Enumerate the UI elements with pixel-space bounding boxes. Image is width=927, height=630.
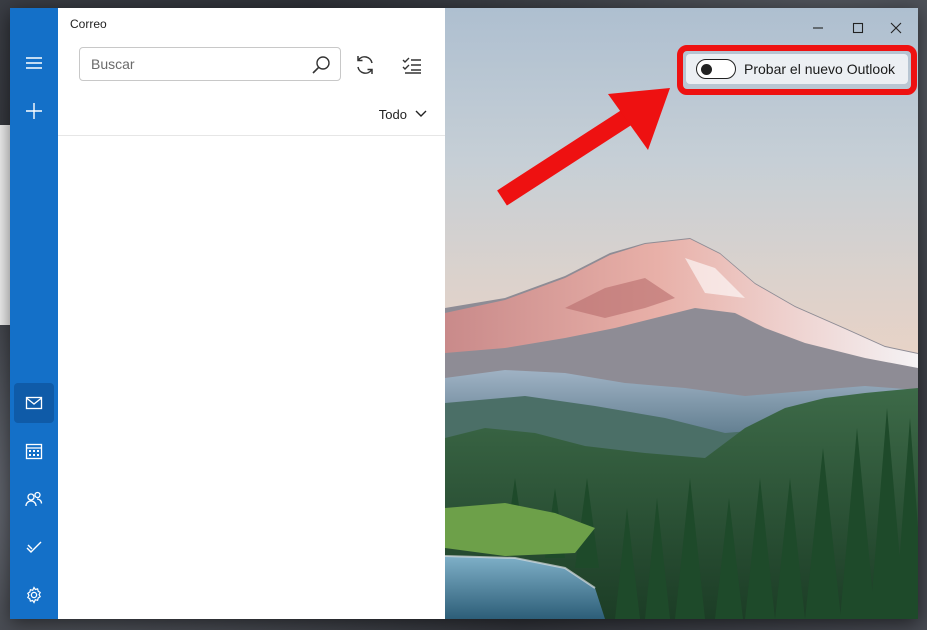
annotation-arrow <box>497 88 670 206</box>
calendar-icon <box>25 443 43 460</box>
toggle-switch[interactable] <box>696 59 736 79</box>
maximize-button[interactable] <box>838 13 878 43</box>
people-icon <box>25 491 43 507</box>
hamburger-menu-button[interactable] <box>14 43 54 83</box>
minimize-icon <box>813 27 823 29</box>
mail-list-pane: Correo Buscar Todo <box>58 8 445 619</box>
search-icon <box>312 56 330 74</box>
try-new-outlook-label: Probar el nuevo Outlook <box>744 61 895 77</box>
chevron-down-icon <box>415 110 427 117</box>
selection-mode-button[interactable] <box>397 50 427 80</box>
people-nav-button[interactable] <box>14 479 54 519</box>
gear-icon <box>27 586 41 604</box>
mail-nav-button[interactable] <box>14 383 54 423</box>
search-input[interactable] <box>80 48 300 80</box>
filter-label: Todo <box>378 106 407 122</box>
sync-icon <box>357 56 373 74</box>
close-icon <box>890 22 902 34</box>
todo-nav-button[interactable] <box>14 527 54 567</box>
new-mail-button[interactable] <box>14 91 54 131</box>
search-box <box>79 47 341 81</box>
app-title: Correo <box>70 17 107 31</box>
try-new-outlook-toggle[interactable]: Probar el nuevo Outlook <box>686 54 908 84</box>
toggle-knob <box>701 63 712 75</box>
mail-app-window: Correo Buscar Todo <box>10 8 918 619</box>
search-button[interactable] <box>310 54 332 76</box>
filter-dropdown[interactable]: Todo <box>379 104 427 124</box>
settings-nav-button[interactable] <box>14 575 54 615</box>
select-list-icon <box>402 57 421 74</box>
hamburger-icon <box>26 57 42 69</box>
mail-icon <box>25 396 43 410</box>
message-list[interactable] <box>58 136 445 619</box>
plus-icon <box>26 103 42 119</box>
calendar-nav-button[interactable] <box>14 431 54 471</box>
maximize-icon <box>852 22 864 34</box>
minimize-button[interactable] <box>798 13 838 43</box>
checkmark-icon <box>26 541 42 553</box>
sync-button[interactable] <box>350 50 380 80</box>
close-button[interactable] <box>876 13 916 43</box>
nav-rail <box>10 8 58 619</box>
